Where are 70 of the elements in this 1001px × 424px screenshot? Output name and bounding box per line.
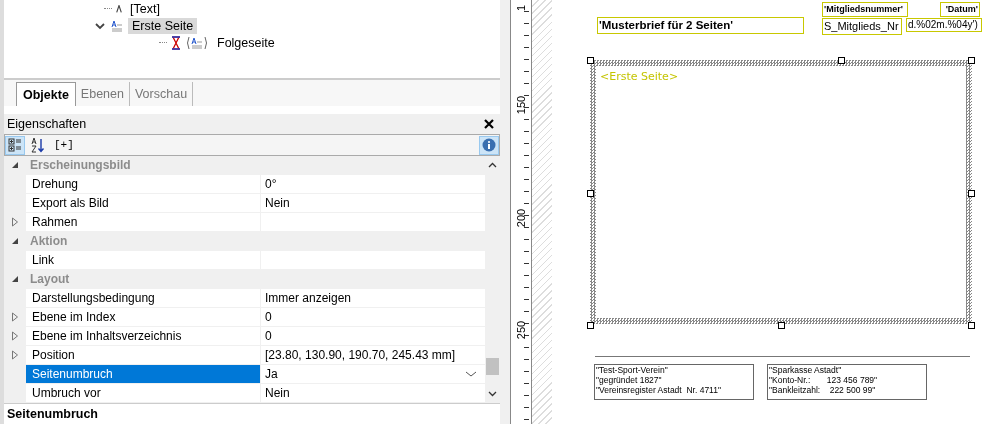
description-title: Seitenumbruch bbox=[4, 403, 500, 424]
collapse-triangle-icon[interactable] bbox=[11, 275, 19, 283]
hourglass-icon bbox=[171, 35, 181, 50]
text-field[interactable]: S_Mitglieds_Nr bbox=[822, 18, 902, 35]
resize-handle[interactable] bbox=[778, 322, 785, 329]
property-name[interactable]: Export als Bild bbox=[26, 194, 261, 212]
property-value[interactable]: [23.80, 130.90, 190.70, 245.43 mm] bbox=[265, 346, 456, 364]
scrollbar-thumb[interactable] bbox=[486, 358, 499, 375]
categorized-view-button[interactable] bbox=[5, 135, 25, 155]
tab[interactable]: Objekte bbox=[16, 82, 76, 106]
scroll-down-icon[interactable] bbox=[488, 391, 497, 397]
category-label: Aktion bbox=[29, 233, 68, 250]
tree-item[interactable]: Folgeseite bbox=[213, 34, 279, 51]
panel-title: Eigenschaften bbox=[7, 117, 87, 131]
property-value[interactable]: Nein bbox=[265, 384, 290, 402]
category-label: Layout bbox=[29, 271, 70, 288]
text-field[interactable]: 'Mitgliedsnummer' bbox=[822, 2, 908, 17]
scrollbar[interactable] bbox=[485, 156, 500, 403]
resize-handle[interactable] bbox=[587, 190, 594, 197]
property-name[interactable]: Drehung bbox=[26, 175, 261, 193]
property-name[interactable]: Umbruch vor bbox=[26, 384, 261, 402]
property-name[interactable]: Darstellungsbedingung bbox=[26, 289, 261, 307]
resize-handle[interactable] bbox=[968, 190, 975, 197]
tab[interactable]: Ebenen bbox=[75, 82, 130, 106]
text-object-icon bbox=[185, 35, 209, 50]
toolbar-button[interactable]: [+] bbox=[51, 135, 77, 155]
footer-text: "Vereinsregister Astadt Nr. 4711" bbox=[596, 385, 721, 395]
footer-text: "Bankleitzahl: 222 500 99" bbox=[769, 385, 876, 395]
property-name[interactable]: Seitenumbruch bbox=[26, 365, 261, 383]
property-name[interactable]: Ebene im Inhaltsverzeichnis bbox=[26, 327, 261, 345]
resize-handle[interactable] bbox=[968, 322, 975, 329]
tree-item[interactable]: Erste Seite bbox=[128, 17, 198, 34]
ruler-label: 250 bbox=[514, 319, 528, 342]
resize-handle[interactable] bbox=[587, 322, 594, 329]
text-field[interactable]: d.%02m.%04y') bbox=[906, 18, 982, 32]
property-name[interactable]: Ebene im Index bbox=[26, 308, 261, 326]
property-value[interactable]: Nein bbox=[265, 194, 290, 212]
text-object-icon bbox=[110, 18, 124, 33]
frame-label: <Erste Seite> bbox=[600, 70, 679, 83]
scroll-up-icon[interactable] bbox=[488, 162, 497, 168]
tree-item[interactable]: [Text] bbox=[126, 0, 164, 17]
footer-text: "Konto-Nr.: 123 456 789" bbox=[769, 375, 878, 385]
resize-handle[interactable] bbox=[838, 57, 845, 64]
category-label: Erscheinungsbild bbox=[29, 157, 131, 174]
property-name[interactable]: Rahmen bbox=[26, 213, 261, 231]
expand-triangle-icon[interactable] bbox=[11, 217, 19, 227]
tab[interactable]: Vorschau bbox=[129, 82, 194, 106]
info-button[interactable] bbox=[479, 135, 499, 155]
resize-handle[interactable] bbox=[587, 57, 594, 64]
close-icon[interactable] bbox=[484, 119, 494, 129]
footer-text: "gegründet 1827" bbox=[596, 375, 662, 385]
property-value[interactable]: 0° bbox=[265, 175, 277, 193]
footer-text: "Sparkasse Astadt" bbox=[769, 365, 842, 375]
ruler-label: 200 bbox=[514, 207, 528, 230]
property-value[interactable]: Ja bbox=[265, 365, 278, 383]
collapse-triangle-icon[interactable] bbox=[11, 161, 19, 169]
property-value[interactable]: Immer anzeigen bbox=[265, 289, 352, 307]
text-object-icon bbox=[116, 4, 122, 13]
property-value[interactable]: 0 bbox=[265, 327, 272, 345]
property-name[interactable]: Link bbox=[26, 251, 261, 269]
ruler-label: 150 bbox=[514, 94, 528, 117]
property-value[interactable]: 0 bbox=[265, 308, 272, 326]
property-name[interactable]: Position bbox=[26, 346, 261, 364]
ruler-label: 1 bbox=[514, 3, 528, 14]
footer-text: "Test-Sport-Verein" bbox=[596, 365, 668, 375]
collapse-triangle-icon[interactable] bbox=[11, 237, 19, 245]
resize-handle[interactable] bbox=[968, 57, 975, 64]
dropdown-caret-icon[interactable] bbox=[465, 370, 477, 378]
text-field[interactable]: 'Datum' bbox=[940, 2, 980, 17]
text-field[interactable]: 'Musterbrief für 2 Seiten' bbox=[597, 17, 804, 34]
